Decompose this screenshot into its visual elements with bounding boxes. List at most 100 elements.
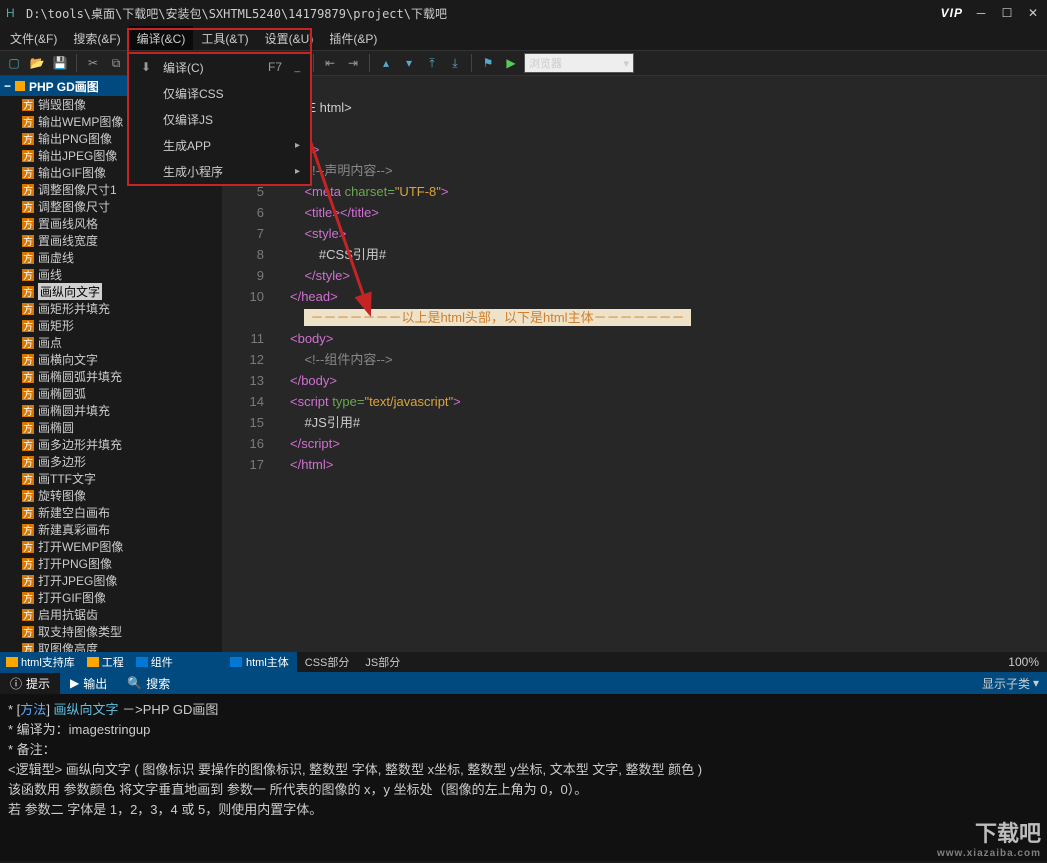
menu-plugins[interactable]: 插件(&P) xyxy=(321,26,385,50)
up2-icon[interactable]: ⤒ xyxy=(422,53,442,73)
tree-item[interactable]: 方画椭圆并填充 xyxy=(22,402,222,419)
tree-item[interactable]: 方画横向文字 xyxy=(22,351,222,368)
save-icon[interactable]: 💾 xyxy=(50,53,70,73)
maximize-button[interactable]: ☐ xyxy=(999,5,1015,21)
tree-item[interactable]: 方置画线风格 xyxy=(22,215,222,232)
sidebar-tabs: html支持库 工程 组件 xyxy=(0,652,222,672)
dropdown-compile-js[interactable]: 仅编译JS xyxy=(129,106,310,132)
tree-item-label: 输出WEMP图像 xyxy=(38,113,123,130)
tree-item-label: 输出JPEG图像 xyxy=(38,147,117,164)
tree-item[interactable]: 方取支持图像类型 xyxy=(22,623,222,640)
watermark: 下载吧 www.xiazaiba.com xyxy=(937,816,1041,859)
tree-item[interactable]: 方画点 xyxy=(22,334,222,351)
info-icon: ⓘ xyxy=(10,675,22,692)
flag-icon[interactable]: ⚑ xyxy=(478,53,498,73)
tree-item-label: 输出PNG图像 xyxy=(38,130,112,147)
tree-item[interactable]: 方画椭圆弧并填充 xyxy=(22,368,222,385)
editor-tabs: html主体 CSS部分 JS部分 100% xyxy=(222,652,1047,672)
tree-item[interactable]: 方置画线宽度 xyxy=(22,232,222,249)
method-icon: 方 xyxy=(22,592,34,604)
tree-item[interactable]: 方画椭圆弧 xyxy=(22,385,222,402)
tab-component[interactable]: 组件 xyxy=(130,652,179,672)
menu-file[interactable]: 文件(&F) xyxy=(2,26,65,50)
tree-item[interactable]: 方新建空白画布 xyxy=(22,504,222,521)
method-icon: 方 xyxy=(22,371,34,383)
open-icon[interactable]: 📂 xyxy=(27,53,47,73)
tree-item-label: 画TTF文字 xyxy=(38,470,96,487)
compile-dropdown: ⬇ 编译(C) F7 _ 仅编译CSS 仅编译JS 生成APP ▸ 生成小程序 … xyxy=(127,52,312,186)
output-tabs: ⓘ提示 ▶输出 🔍搜索 显示子类▾ xyxy=(0,672,1047,694)
otab-output[interactable]: ▶输出 xyxy=(60,673,117,694)
otab-search[interactable]: 🔍搜索 xyxy=(117,673,180,694)
cut-icon[interactable]: ✂ xyxy=(83,53,103,73)
method-icon: 方 xyxy=(22,405,34,417)
tree-item-label: 画椭圆弧 xyxy=(38,385,86,402)
method-icon: 方 xyxy=(22,337,34,349)
method-icon: 方 xyxy=(22,150,34,162)
menu-compile[interactable]: 编译(&C) xyxy=(129,26,194,50)
minus-icon: − xyxy=(4,79,11,93)
menubar: 文件(&F) 搜索(&F) 编译(&C) 工具(&T) 设置(&U) 插件(&P… xyxy=(0,26,1047,50)
menu-search[interactable]: 搜索(&F) xyxy=(65,26,128,50)
tree-item[interactable]: 方打开PNG图像 xyxy=(22,555,222,572)
code-area[interactable]: 567891011121314151617 YPE html>ead> <!--… xyxy=(222,76,1047,652)
run-icon[interactable]: ▶ xyxy=(501,53,521,73)
tree-item[interactable]: 方画TTF文字 xyxy=(22,470,222,487)
tree-item-label: 打开WEMP图像 xyxy=(38,538,123,555)
method-icon: 方 xyxy=(22,490,34,502)
tree-item[interactable]: 方画矩形并填充 xyxy=(22,300,222,317)
chevron-down-icon: ▾ xyxy=(623,57,629,70)
menu-settings[interactable]: 设置(&U) xyxy=(257,26,322,50)
tree-item[interactable]: 方画多边形 xyxy=(22,453,222,470)
close-button[interactable]: ✕ xyxy=(1025,5,1041,21)
tree-item[interactable]: 方调整图像尺寸 xyxy=(22,198,222,215)
tree-item[interactable]: 方新建真彩画布 xyxy=(22,521,222,538)
up1-icon[interactable]: ▴ xyxy=(376,53,396,73)
browser-select[interactable]: 浏览器 ▾ xyxy=(524,53,634,73)
indent-icon[interactable]: ⇥ xyxy=(343,53,363,73)
down1-icon[interactable]: ▾ xyxy=(399,53,419,73)
title-path: D:\tools\桌面\下载吧\安装包\SXHTML5240\14179879\… xyxy=(26,5,941,22)
folder-icon xyxy=(15,81,25,91)
copy-icon[interactable]: ⧉ xyxy=(106,53,126,73)
tree-item[interactable]: 方启用抗锯齿 xyxy=(22,606,222,623)
method-icon: 方 xyxy=(22,201,34,213)
tree-item[interactable]: 方取图像高度 xyxy=(22,640,222,652)
tree-item-label: 画多边形并填充 xyxy=(38,436,122,453)
dropdown-gen-app[interactable]: 生成APP ▸ xyxy=(129,132,310,158)
dropdown-compile-css[interactable]: 仅编译CSS xyxy=(129,80,310,106)
outdent-icon[interactable]: ⇤ xyxy=(320,53,340,73)
tree-item-label: 画点 xyxy=(38,334,62,351)
tree-item[interactable]: 方画线 xyxy=(22,266,222,283)
method-icon: 方 xyxy=(22,626,34,638)
down2-icon[interactable]: ⤓ xyxy=(445,53,465,73)
tree-item-label: 打开JPEG图像 xyxy=(38,572,117,589)
tree-item[interactable]: 方画矩形 xyxy=(22,317,222,334)
method-icon: 方 xyxy=(22,99,34,111)
tree-item[interactable]: 方画纵向文字 xyxy=(22,283,222,300)
dropdown-gen-miniprog[interactable]: 生成小程序 ▸ xyxy=(129,158,310,184)
dropdown-compile[interactable]: ⬇ 编译(C) F7 _ xyxy=(129,54,310,80)
tree-item[interactable]: 方打开GIF图像 xyxy=(22,589,222,606)
menu-tools[interactable]: 工具(&T) xyxy=(193,26,256,50)
tree-item[interactable]: 方画虚线 xyxy=(22,249,222,266)
tree-item[interactable]: 方画多边形并填充 xyxy=(22,436,222,453)
tree-item[interactable]: 方画椭圆 xyxy=(22,419,222,436)
tree-item-label: 取图像高度 xyxy=(38,640,98,652)
tree-item-label: 画椭圆弧并填充 xyxy=(38,368,122,385)
tab-htmllib[interactable]: html支持库 xyxy=(0,652,81,672)
tree-item-label: 输出GIF图像 xyxy=(38,164,106,181)
show-subclass-button[interactable]: 显示子类▾ xyxy=(974,673,1047,694)
etab-html[interactable]: html主体 xyxy=(222,652,297,672)
method-icon: 方 xyxy=(22,218,34,230)
tree-item[interactable]: 方打开WEMP图像 xyxy=(22,538,222,555)
new-icon[interactable]: ▢ xyxy=(4,53,24,73)
etab-css[interactable]: CSS部分 xyxy=(297,652,358,672)
tree-item[interactable]: 方打开JPEG图像 xyxy=(22,572,222,589)
etab-js[interactable]: JS部分 xyxy=(357,652,408,672)
tab-project[interactable]: 工程 xyxy=(81,652,130,672)
minimize-button[interactable]: ─ xyxy=(973,5,989,21)
tree-item[interactable]: 方旋转图像 xyxy=(22,487,222,504)
tree-item-label: 画矩形并填充 xyxy=(38,300,110,317)
otab-tips[interactable]: ⓘ提示 xyxy=(0,673,60,694)
